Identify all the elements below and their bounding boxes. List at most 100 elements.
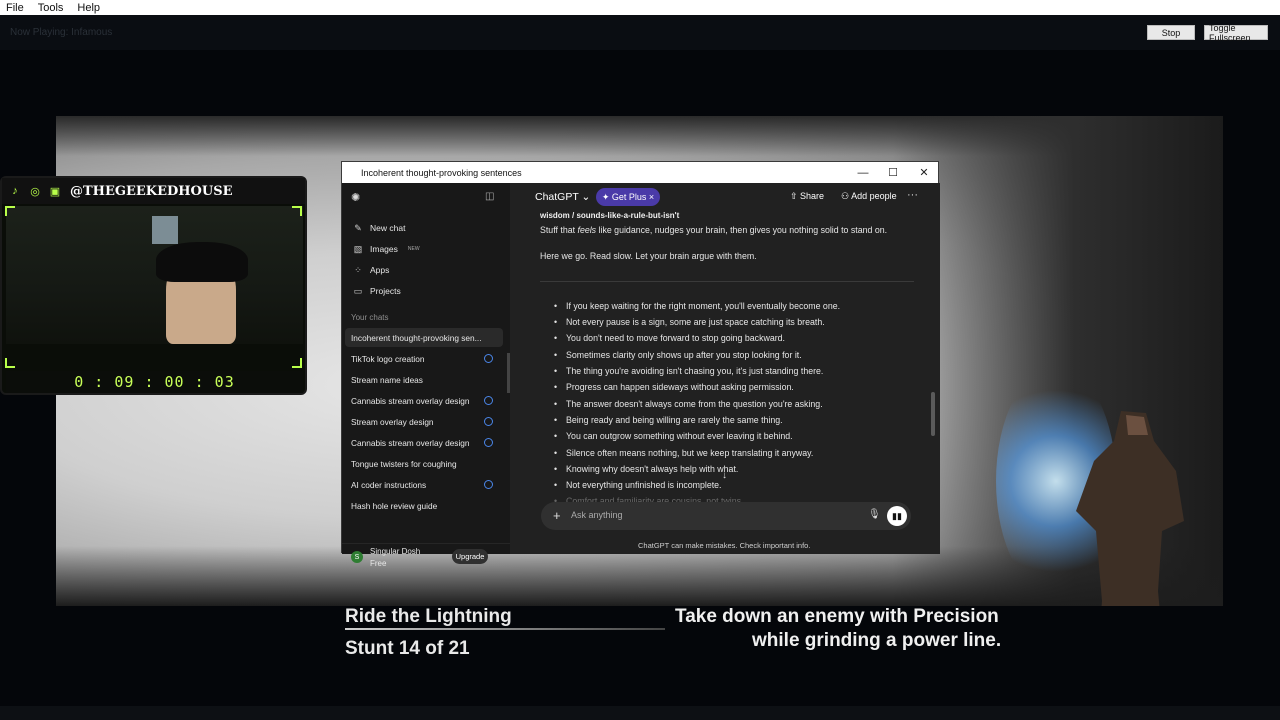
new-badge: NEW	[407, 246, 420, 252]
maximize-icon[interactable]: ☐	[878, 162, 908, 183]
chatgpt-window: Incoherent thought-provoking sentences —…	[341, 161, 940, 568]
unread-indicator-icon	[484, 354, 493, 363]
webcam-overlay: ♪ ◎ ▣ @THEGEEKEDHOUSE 0 : 09 : 00 : 03	[0, 176, 307, 395]
add-people-button[interactable]: ⚇ Add people	[841, 191, 897, 202]
account-panel[interactable]: S Singular Dosh Free Upgrade	[342, 543, 510, 575]
tiktok-icon: ♪	[12, 185, 18, 197]
your-chats-heading: Your chats	[351, 313, 389, 322]
plus-icon[interactable]: +	[553, 508, 561, 523]
stunt-progress: Stunt 14 of 21	[345, 638, 470, 659]
message-composer[interactable]: + Ask anything 🎙 ▮▮	[541, 502, 911, 530]
chat-title: TikTok logo creation	[351, 353, 425, 364]
menu-file[interactable]: File	[6, 2, 24, 14]
disclaimer-text: ChatGPT can make mistakes. Check importa…	[638, 541, 811, 550]
background-window	[152, 216, 178, 244]
objective-line-2: while grinding a power line.	[752, 630, 1002, 651]
frame-corner	[5, 358, 15, 368]
webcam-header: ♪ ◎ ▣ @THEGEEKEDHOUSE	[2, 178, 305, 204]
menu-help[interactable]: Help	[77, 2, 100, 14]
list-item: Being ready and being willing are rarely…	[554, 415, 783, 425]
chat-title: Stream name ideas	[351, 374, 423, 385]
list-item: Silence often means nothing, but we keep…	[554, 448, 813, 458]
sidebar-item-images[interactable]: ▧ Images NEW	[352, 240, 420, 258]
taskbar-strip	[0, 706, 1280, 720]
section-heading: wisdom / sounds-like-a-rule-but-isn't	[540, 211, 680, 220]
apps-label: Apps	[370, 265, 390, 275]
chat-main: ChatGPT ⌄ ✦ Get Plus × ⇧ Share ⚇ Add peo…	[510, 183, 940, 554]
list-item: Progress can happen sideways without ask…	[554, 382, 794, 392]
account-info: Singular Dosh Free	[370, 546, 420, 570]
chat-item[interactable]: Hash hole review guide	[345, 496, 503, 515]
upgrade-button[interactable]: Upgrade	[452, 549, 488, 564]
share-label: Share	[800, 191, 825, 201]
list-item: Not every pause is a sign, some are just…	[554, 317, 825, 327]
openai-logo-icon[interactable]: ✺	[351, 191, 360, 204]
caption-underline	[345, 628, 665, 630]
model-selector[interactable]: ChatGPT ⌄	[535, 191, 590, 203]
list-item: The answer doesn't always come from the …	[554, 399, 823, 409]
chat-item[interactable]: Stream name ideas	[345, 370, 503, 389]
get-plus-button[interactable]: ✦ Get Plus ×	[596, 188, 660, 206]
close-icon[interactable]: ✕	[909, 162, 939, 183]
chat-item[interactable]: Incoherent thought-provoking sen...	[345, 328, 503, 347]
share-button[interactable]: ⇧ Share	[790, 191, 824, 202]
intro-emphasis: feels	[577, 225, 597, 235]
list-item: You don't need to move forward to stop g…	[554, 333, 785, 343]
unread-indicator-icon	[484, 438, 493, 447]
chat-header: ChatGPT ⌄ ✦ Get Plus × ⇧ Share ⚇ Add peo…	[510, 183, 940, 211]
stop-button[interactable]: Stop	[1147, 25, 1195, 40]
chat-item[interactable]: TikTok logo creation	[345, 349, 503, 368]
challenge-title: Ride the Lightning	[345, 606, 512, 627]
window-titlebar: Incoherent thought-provoking sentences —…	[342, 162, 938, 183]
list-item: Knowing why doesn't always help with wha…	[554, 464, 738, 474]
list-item: If you keep waiting for the right moment…	[554, 301, 840, 311]
now-playing-text: Now Playing: Infamous	[10, 27, 113, 38]
image-icon: ▧	[353, 243, 363, 254]
chat-title: AI coder instructions	[351, 479, 427, 490]
instruction-line: Here we go. Read slow. Let your brain ar…	[540, 251, 757, 261]
new-chat-label: New chat	[370, 223, 406, 233]
chat-title: Stream overlay design	[351, 416, 434, 427]
channel-handle: @THEGEEKEDHOUSE	[70, 183, 233, 199]
chat-item[interactable]: Tongue twisters for coughing	[345, 454, 503, 473]
chat-item[interactable]: Stream overlay design	[345, 412, 503, 431]
apps-icon: ⁘	[354, 264, 362, 275]
unread-indicator-icon	[484, 396, 493, 405]
list-item: The thing you're avoiding isn't chasing …	[554, 366, 823, 376]
intro-post: like guidance, nudges your brain, then g…	[596, 225, 888, 235]
unread-indicator-icon	[484, 417, 493, 426]
intro-line: Stuff that feels like guidance, nudges y…	[540, 225, 887, 235]
menu-tools[interactable]: Tools	[38, 2, 64, 14]
minimize-icon[interactable]: —	[848, 162, 878, 183]
projects-label: Projects	[370, 286, 401, 296]
list-item: Not everything unfinished is incomplete.	[554, 480, 721, 490]
frame-corner	[292, 358, 302, 368]
add-people-label: Add people	[851, 191, 897, 201]
sidebar-item-projects[interactable]: ▭ Projects	[352, 282, 401, 300]
intro-pre: Stuff that	[540, 225, 578, 235]
webcam-feed	[6, 206, 303, 344]
sidebar-toggle-icon[interactable]: ◫	[485, 191, 494, 202]
microphone-icon[interactable]: 🎙	[868, 509, 881, 520]
chat-scrollbar[interactable]	[931, 392, 935, 436]
chat-item[interactable]: Cannabis stream overlay design	[345, 433, 503, 452]
toggle-fullscreen-button[interactable]: Toggle Fullscreen	[1204, 23, 1268, 43]
objective-line-1: Take down an enemy with Precision	[675, 606, 999, 627]
sidebar-item-new-chat[interactable]: ✎ New chat	[352, 219, 405, 237]
frame-corner	[5, 206, 15, 216]
streamer-hat	[156, 242, 248, 282]
sidebar-item-apps[interactable]: ⁘ Apps	[352, 261, 389, 279]
avatar: S	[351, 551, 363, 563]
voice-mode-icon[interactable]: ▮▮	[887, 506, 907, 526]
account-plan: Free	[370, 559, 387, 568]
player-toolbar: Now Playing: Infamous Stop Toggle Fullsc…	[0, 15, 1280, 50]
chat-title: Incoherent thought-provoking sen...	[351, 332, 482, 343]
ask-anything-input[interactable]: Ask anything	[571, 510, 623, 520]
chat-title: Tongue twisters for coughing	[351, 458, 457, 469]
scroll-down-icon[interactable]: ↓	[722, 470, 727, 481]
more-options-icon[interactable]: ···	[907, 189, 918, 201]
chat-title: Cannabis stream overlay design	[351, 395, 470, 406]
chat-title: Cannabis stream overlay design	[351, 437, 470, 448]
chat-item[interactable]: Cannabis stream overlay design	[345, 391, 503, 410]
chat-item[interactable]: AI coder instructions	[345, 475, 503, 494]
